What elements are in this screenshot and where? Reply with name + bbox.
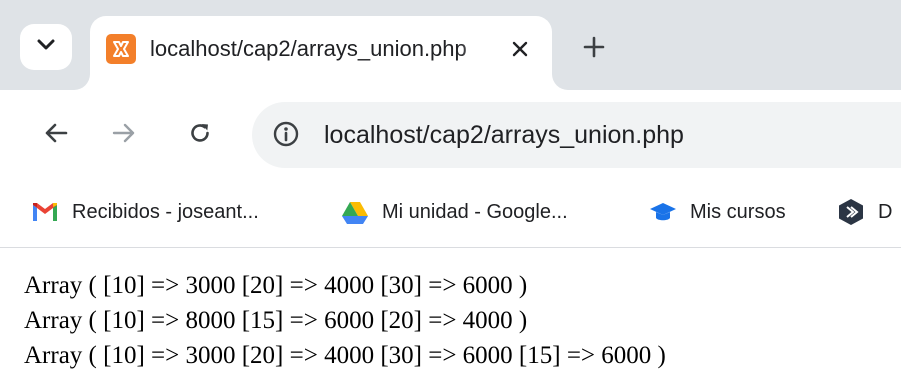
browser-toolbar: localhost/cap2/arrays_union.php [0,90,901,182]
google-drive-icon [340,197,370,227]
active-tab[interactable]: localhost/cap2/arrays_union.php [90,16,552,90]
bookmarks-bar: Recibidos - joseant... Mi unidad - Googl… [0,182,901,248]
hexagon-logo-icon [836,197,866,227]
array-output-line: Array ( [10] => 8000 [15] => 6000 [20] =… [24,307,528,334]
chevron-down-icon [37,38,55,56]
graduation-cap-icon [648,197,678,227]
bookmark-label: D [878,200,893,223]
site-info-icon[interactable] [268,116,304,152]
bookmark-label: Mi unidad - Google... [382,200,568,223]
bookmark-label: Mis cursos [690,200,786,223]
bookmark-mis-cursos[interactable]: Mis cursos [648,194,786,230]
bookmark-d[interactable]: D [836,194,892,230]
tab-title: localhost/cap2/arrays_union.php [150,36,467,61]
back-button[interactable] [36,115,76,155]
back-arrow-icon [44,122,68,149]
tab-strip: localhost/cap2/arrays_union.php [0,0,901,90]
reload-button[interactable] [180,115,220,155]
array-output-line: Array ( [10] => 3000 [20] => 4000 [30] =… [24,342,666,369]
close-icon[interactable] [505,34,535,64]
plus-icon [583,30,605,64]
address-bar[interactable]: localhost/cap2/arrays_union.php [252,102,901,168]
url-text[interactable]: localhost/cap2/arrays_union.php [324,119,684,151]
forward-arrow-icon [112,122,136,149]
xampp-icon [106,34,136,64]
tab-search-button[interactable] [20,24,72,70]
bookmark-label: Recibidos - joseant... [72,200,259,223]
reload-icon [188,121,212,150]
array-output-line: Array ( [10] => 3000 [20] => 4000 [30] =… [24,272,528,299]
bookmark-google-drive[interactable]: Mi unidad - Google... [340,194,568,230]
new-tab-button[interactable] [575,28,613,66]
forward-button[interactable] [104,115,144,155]
bookmark-gmail[interactable]: Recibidos - joseant... [30,194,259,230]
page-content: Array ( [10] => 3000 [20] => 4000 [30] =… [24,268,894,373]
gmail-icon [30,197,60,227]
